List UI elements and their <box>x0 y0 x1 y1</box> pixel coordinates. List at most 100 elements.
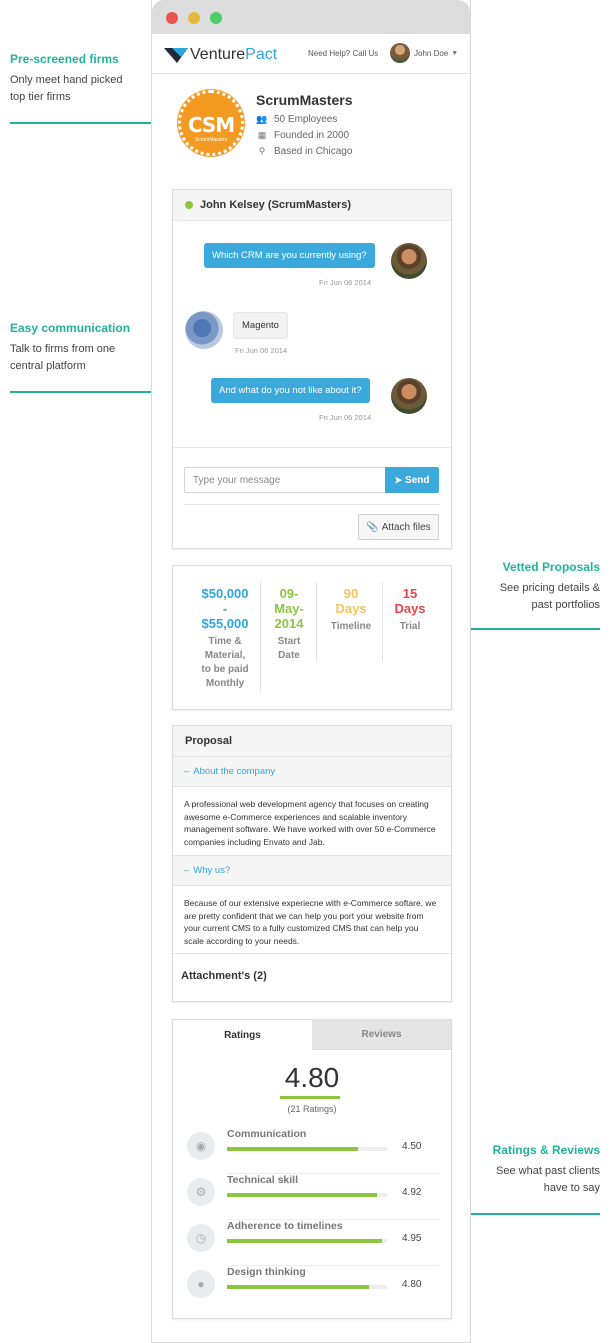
logo-mark-icon <box>164 48 188 63</box>
message-timestamp: Fri Jun 06 2014 <box>319 278 372 287</box>
ratings-panel: Ratings Reviews 4.80 (21 Ratings) ◉ Comm… <box>172 1019 452 1319</box>
close-window-button[interactable] <box>166 12 178 24</box>
chat-message-incoming: Magento <box>233 312 288 339</box>
company-founded: ▦ Founded in 2000 <box>257 130 350 141</box>
user-menu[interactable]: John Doe ▼ <box>390 43 458 63</box>
tab-ratings[interactable]: Ratings <box>173 1020 312 1050</box>
avatar <box>391 243 427 279</box>
ratings-tabs: Ratings Reviews <box>173 1020 451 1050</box>
criterion-bar <box>227 1193 387 1197</box>
app-header: VenturePact Need Help? Call Us John Doe … <box>152 34 470 74</box>
send-button[interactable]: ➤ Send <box>385 467 439 493</box>
window-titlebar <box>152 0 470 34</box>
message-input[interactable] <box>184 467 385 493</box>
proposal-summary-panel: $50,000- $55,000 Time & Material, to be pai… <box>172 565 452 710</box>
company-employees: 👥 50 Employees <box>256 114 338 125</box>
callout-title: Pre-screened firms <box>10 52 119 66</box>
stat-start-date: 09- May- 2014 Start Date <box>274 586 304 661</box>
message-bubble: Which CRM are you currently using? <box>204 243 375 268</box>
callout-prescreened: Pre-screened firms Only meet hand picked… <box>10 52 123 106</box>
users-icon: 👥 <box>256 114 268 124</box>
criterion-label: Communication <box>227 1128 307 1140</box>
collapse-icon: – <box>184 865 190 876</box>
clock-icon: ◷ <box>187 1224 215 1252</box>
company-name: ScrumMasters <box>256 92 353 108</box>
user-name: John Doe <box>414 48 449 58</box>
paper-plane-icon: ➤ <box>394 474 403 485</box>
chat-panel: John Kelsey (ScrumMasters) Which CRM are… <box>172 189 452 549</box>
criterion-value: 4.95 <box>402 1233 422 1244</box>
tab-reviews[interactable]: Reviews <box>312 1020 451 1050</box>
criterion-value: 4.80 <box>402 1279 422 1290</box>
online-status-icon <box>185 201 193 209</box>
message-timestamp: Fri Jun 06 2014 <box>235 346 288 355</box>
callout-text: top tier firms <box>10 91 71 103</box>
rating-criterion: ◉ Communication 4.50 <box>173 1128 451 1174</box>
divider <box>316 582 317 662</box>
company-header: CSM ScrumMasters ScrumMasters 👥 50 Emplo… <box>178 90 458 160</box>
avatar <box>390 43 410 63</box>
divider <box>184 504 440 505</box>
chat-icon: ◉ <box>187 1132 215 1160</box>
callout-communication: Easy communication Talk to firms from on… <box>10 321 130 375</box>
company-logo-subtext: ScrumMasters <box>194 137 228 143</box>
divider <box>173 447 451 448</box>
callout-text: Talk to firms from one <box>10 343 116 355</box>
callout-proposals: Vetted Proposals See pricing details & p… <box>500 560 600 614</box>
callout-leader-line <box>450 628 600 630</box>
message-bubble: And what do you not like about it? <box>211 378 370 403</box>
logo-text: VenturePact <box>190 46 278 63</box>
map-marker-icon: ⚲ <box>258 146 266 156</box>
stat-timeline: 90 Days Timeline <box>330 586 372 632</box>
criterion-label: Technical skill <box>227 1174 299 1186</box>
chat-title: John Kelsey (ScrumMasters) <box>200 199 351 211</box>
maximize-window-button[interactable] <box>210 12 222 24</box>
stat-trial: 15 Days Trial <box>394 586 426 632</box>
callout-title: Vetted Proposals <box>502 560 600 574</box>
accordion-why-us[interactable]: – Why us? <box>173 856 451 886</box>
proposal-title: Proposal <box>173 726 451 757</box>
collapse-icon: – <box>184 766 190 777</box>
accordion-about-company[interactable]: – About the company <box>173 757 451 787</box>
criterion-bar <box>227 1239 387 1243</box>
criterion-bar <box>227 1285 387 1289</box>
criterion-bar-fill <box>227 1285 370 1289</box>
overall-rating-bar <box>280 1096 340 1099</box>
criterion-label: Adherence to timelines <box>227 1220 343 1232</box>
gears-icon: ⚙ <box>187 1178 215 1206</box>
callout-title: Ratings & Reviews <box>492 1143 600 1157</box>
company-logo: CSM ScrumMasters <box>178 90 244 156</box>
rating-criterion: ◷ Adherence to timelines 4.95 <box>173 1220 451 1266</box>
rating-criterion: ● Design thinking 4.80 <box>173 1266 451 1312</box>
callout-title: Easy communication <box>10 321 131 335</box>
chevron-down-icon: ▼ <box>451 49 459 57</box>
criterion-bar-fill <box>227 1193 378 1197</box>
attachments-link[interactable]: Attachment's (2) <box>173 954 451 998</box>
callout-text: have to say <box>543 1182 600 1194</box>
overall-rating: 4.80 <box>284 1062 340 1093</box>
help-link[interactable]: Need Help? Call Us <box>308 49 378 58</box>
callout-text: See what past clients <box>496 1165 600 1177</box>
chat-message-outgoing: And what do you not like about it? <box>211 378 370 403</box>
proposal-panel: Proposal – About the company A professio… <box>172 725 452 1002</box>
criterion-bar-fill <box>227 1239 383 1243</box>
about-company-text: A professional web development agency th… <box>173 787 451 856</box>
criterion-value: 4.92 <box>402 1187 422 1198</box>
callout-reviews: Ratings & Reviews See what past clients … <box>493 1143 600 1197</box>
callout-leader-line <box>10 122 163 124</box>
attach-files-button[interactable]: 📎 Attach files <box>358 514 439 540</box>
company-location: ⚲ Based in Chicago <box>256 146 353 157</box>
divider <box>382 582 383 662</box>
rating-criterion: ⚙ Technical skill 4.92 <box>173 1174 451 1220</box>
criterion-label: Design thinking <box>227 1266 306 1278</box>
user-icon: ● <box>187 1270 215 1298</box>
avatar <box>391 378 427 414</box>
minimize-window-button[interactable] <box>188 12 200 24</box>
stat-price: $50,000- $55,000 Time & Material, to be pai… <box>201 586 249 689</box>
venturepact-logo[interactable]: VenturePact <box>164 46 277 64</box>
message-timestamp: Fri Jun 06 2014 <box>319 413 372 422</box>
callout-text: Only meet hand picked <box>10 74 123 86</box>
calendar-icon: ▦ <box>257 130 267 140</box>
avatar <box>185 311 223 349</box>
callout-text: See pricing details & <box>499 582 600 594</box>
